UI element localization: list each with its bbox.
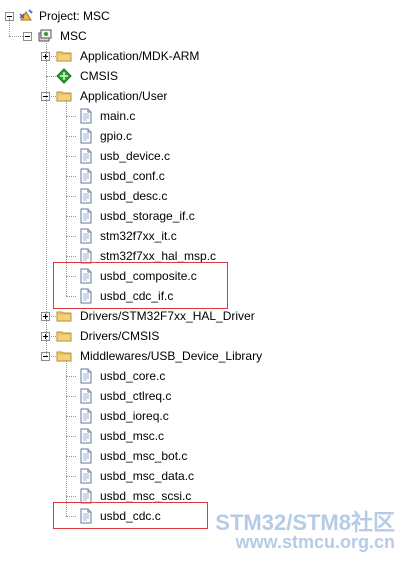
folder-icon xyxy=(56,48,72,64)
file-label: usbd_storage_if.c xyxy=(100,209,195,223)
tree-node-group-middlewares-usb-device-library[interactable]: Middlewares/USB_Device_Library xyxy=(0,346,263,366)
tree-connector xyxy=(9,36,23,37)
file-label: usbd_msc_bot.c xyxy=(100,449,188,463)
tree-connector xyxy=(66,156,76,157)
tree-connector xyxy=(66,416,76,417)
file-label: usbd_ctlreq.c xyxy=(100,389,172,403)
c-file-icon xyxy=(78,128,94,144)
file-item[interactable]: usb_device.c xyxy=(0,146,260,166)
c-file-icon xyxy=(78,148,94,164)
folder-icon xyxy=(56,348,72,364)
file-label: stm32f7xx_it.c xyxy=(100,229,177,243)
tree-node-group-drivers-cmsis[interactable]: Drivers/CMSIS xyxy=(0,326,260,346)
c-file-icon xyxy=(78,168,94,184)
c-file-icon xyxy=(78,208,94,224)
target-icon xyxy=(38,29,52,42)
file-label: usbd_msc.c xyxy=(100,429,165,443)
tree-connector xyxy=(66,396,76,397)
folder-icon xyxy=(56,328,72,344)
file-item[interactable]: usbd_ctlreq.c xyxy=(0,386,260,406)
project-tree: Project: MSC MSC Application/MDK-ARM CMSI… xyxy=(0,0,405,564)
tree-node-project[interactable]: Project: MSC xyxy=(0,6,200,26)
file-item[interactable]: main.c xyxy=(0,106,260,126)
tree-connector xyxy=(66,136,76,137)
file-item[interactable]: usbd_conf.c xyxy=(0,166,260,186)
c-file-icon xyxy=(78,228,94,244)
group-label: CMSIS xyxy=(80,69,119,83)
tree-connector xyxy=(66,476,76,477)
file-item[interactable]: usbd_msc_data.c xyxy=(0,466,260,486)
file-item[interactable]: usbd_msc_bot.c xyxy=(0,446,260,466)
collapse-toggle[interactable] xyxy=(23,32,32,41)
tree-node-group-application-user[interactable]: Application/User xyxy=(0,86,260,106)
file-item[interactable]: usbd_ioreq.c xyxy=(0,406,260,426)
folder-icon xyxy=(56,88,72,104)
tree-node-group-application-mdk-arm[interactable]: Application/MDK-ARM xyxy=(0,46,260,66)
tree-node-target[interactable]: MSC xyxy=(0,26,200,46)
folder-icon xyxy=(56,308,72,324)
project-label: Project: MSC xyxy=(39,9,110,23)
file-item[interactable]: gpio.c xyxy=(0,126,260,146)
cmsis-component-icon xyxy=(56,68,72,84)
tree-connector xyxy=(46,40,47,356)
file-label: usbd_ioreq.c xyxy=(100,409,169,423)
file-item[interactable]: stm32f7xx_it.c xyxy=(0,226,260,246)
file-label: gpio.c xyxy=(100,129,133,143)
tree-connector xyxy=(66,256,76,257)
c-file-icon xyxy=(78,408,94,424)
highlight-box xyxy=(53,502,208,529)
c-file-icon xyxy=(78,368,94,384)
tree-connector xyxy=(66,436,76,437)
file-label: usbd_msc_data.c xyxy=(100,469,195,483)
group-label: Drivers/CMSIS xyxy=(80,329,160,343)
tree-connector xyxy=(66,176,76,177)
tree-node-group-cmsis[interactable]: CMSIS xyxy=(0,66,260,86)
file-item[interactable]: usbd_storage_if.c xyxy=(0,206,260,226)
highlight-box xyxy=(53,262,228,309)
tree-connector xyxy=(66,236,76,237)
c-file-icon xyxy=(78,388,94,404)
tree-connector xyxy=(66,496,76,497)
watermark-line-2: www.stmcu.org.cn xyxy=(235,532,395,552)
file-label: usb_device.c xyxy=(100,149,171,163)
file-label: main.c xyxy=(100,109,136,123)
c-file-icon xyxy=(78,448,94,464)
tree-connector xyxy=(9,18,10,36)
group-label: Middlewares/USB_Device_Library xyxy=(80,349,263,363)
tree-connector xyxy=(66,376,76,377)
c-file-icon xyxy=(78,188,94,204)
tree-connector xyxy=(66,116,76,117)
target-label: MSC xyxy=(60,29,87,43)
c-file-icon xyxy=(78,428,94,444)
group-label: Application/MDK-ARM xyxy=(80,49,200,63)
tree-connector xyxy=(46,76,56,77)
tree-connector xyxy=(66,216,76,217)
file-item[interactable]: usbd_msc.c xyxy=(0,426,260,446)
file-label: usbd_desc.c xyxy=(100,189,168,203)
tree-connector xyxy=(66,456,76,457)
c-file-icon xyxy=(78,468,94,484)
group-label: Drivers/STM32F7xx_HAL_Driver xyxy=(80,309,255,323)
c-file-icon xyxy=(78,108,94,124)
file-item[interactable]: usbd_core.c xyxy=(0,366,260,386)
file-label: usbd_conf.c xyxy=(100,169,165,183)
file-item[interactable]: usbd_desc.c xyxy=(0,186,260,206)
tree-connector xyxy=(66,196,76,197)
tree-connector xyxy=(66,360,67,516)
file-label: usbd_core.c xyxy=(100,369,166,383)
group-label: Application/User xyxy=(80,89,168,103)
project-icon xyxy=(19,9,33,21)
tree-node-group-drivers-stm32f7xx-hal-driver[interactable]: Drivers/STM32F7xx_HAL_Driver xyxy=(0,306,260,326)
